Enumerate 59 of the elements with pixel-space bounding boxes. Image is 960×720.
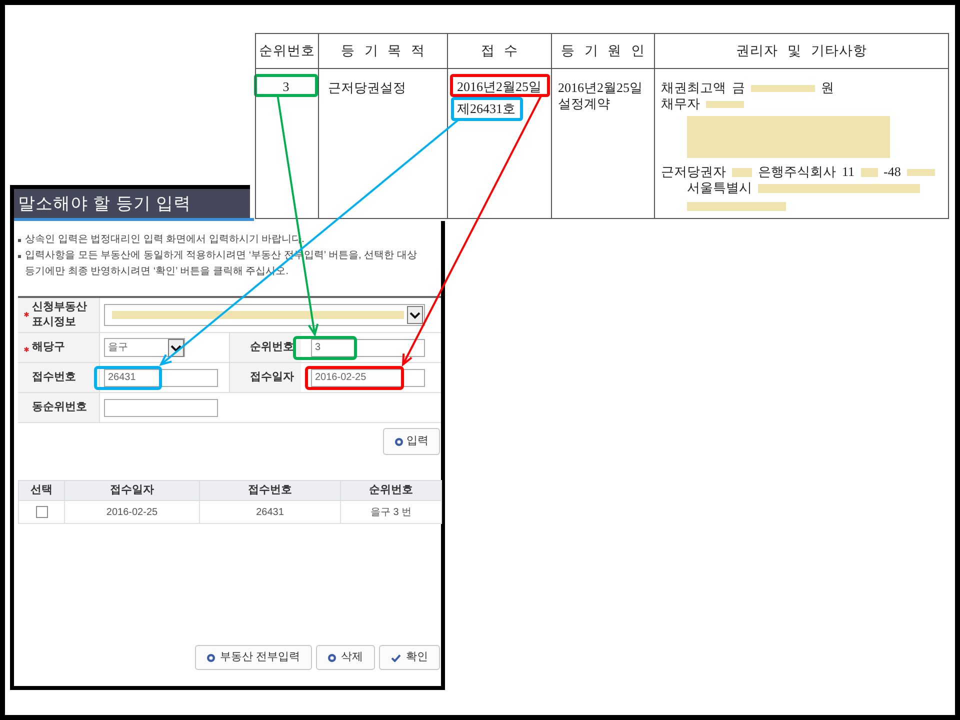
cell-text: 근저당권자 [661,164,726,180]
select-field[interactable]: 을구 [104,338,185,357]
cell-text: 설정계약 [558,96,611,112]
column-header: 순위번호 [256,34,318,68]
check-icon [391,654,401,662]
field-label: 순위번호 [249,340,294,355]
table-cell: 2016-02-25 [64,500,200,524]
chevron-down-icon [407,306,423,324]
cell-text: 원 [821,80,834,96]
field-label: 해당구 [31,340,65,355]
redaction-bar [906,168,935,176]
field-label: 동순위번호 [31,400,87,415]
asterisk-icon [24,347,29,352]
ring-icon [328,654,336,662]
column-header: 권리자 및 기타사항 [654,34,948,68]
column-header: 접 수 [448,34,552,68]
column-header: 등 기 원 인 [552,34,654,68]
cell-text: 제26431호 [457,101,516,117]
ring-icon [394,438,402,446]
redaction-bar [751,84,815,92]
redaction-bar [732,168,752,176]
column-header: 선택 [18,480,64,500]
bullet-icon [18,239,21,242]
table-cell: 근저당권설정 [318,68,448,218]
column-header: 등 기 목 적 [318,34,448,68]
window-title: 말소해야 할 등기 입력 [18,192,192,215]
column-header: 순위번호 [340,480,442,500]
select-field[interactable] [104,304,425,326]
cell-text: 3 [282,79,290,95]
cell-text: -48 [884,164,901,180]
checkbox[interactable] [36,506,48,518]
cell-text: 채무자 [661,96,700,112]
input-field[interactable]: 2016-02-25 [311,368,425,386]
bullet-icon [18,255,21,258]
action-button[interactable]: 삭제 [316,645,375,670]
redaction-bar [860,168,878,176]
column-header: 접수번호 [200,480,340,500]
input-field[interactable]: 3 [311,338,425,356]
asterisk-icon [24,312,29,317]
column-header: 접수일자 [64,480,200,500]
cell-text: 서울특별시 [687,180,752,196]
table-cell: 을구 3 번 [340,500,442,524]
input-field[interactable]: 26431 [104,368,218,386]
action-button[interactable]: 입력 [383,428,440,455]
input-field[interactable] [104,398,218,416]
cell-text: 은행주식회사 [758,164,836,180]
table-cell: 26431 [200,500,340,524]
cell-text: 채권최고액 [661,80,726,96]
field-label: 접수일자 [249,370,294,385]
cell-text: 11 [842,164,855,180]
cell-text: 2016년2월25일 [558,80,644,96]
action-button[interactable]: 부동산 전부입력 [194,645,312,670]
action-button[interactable]: 확인 [379,645,440,670]
ring-icon [206,654,215,662]
field-label: 신청부동산 표시정보 [31,300,88,330]
cell-text: 금 [732,80,745,96]
redaction-bar [706,100,744,108]
field-label: 접수번호 [31,370,76,385]
cell-text: 2016년2월25일 [457,79,542,95]
